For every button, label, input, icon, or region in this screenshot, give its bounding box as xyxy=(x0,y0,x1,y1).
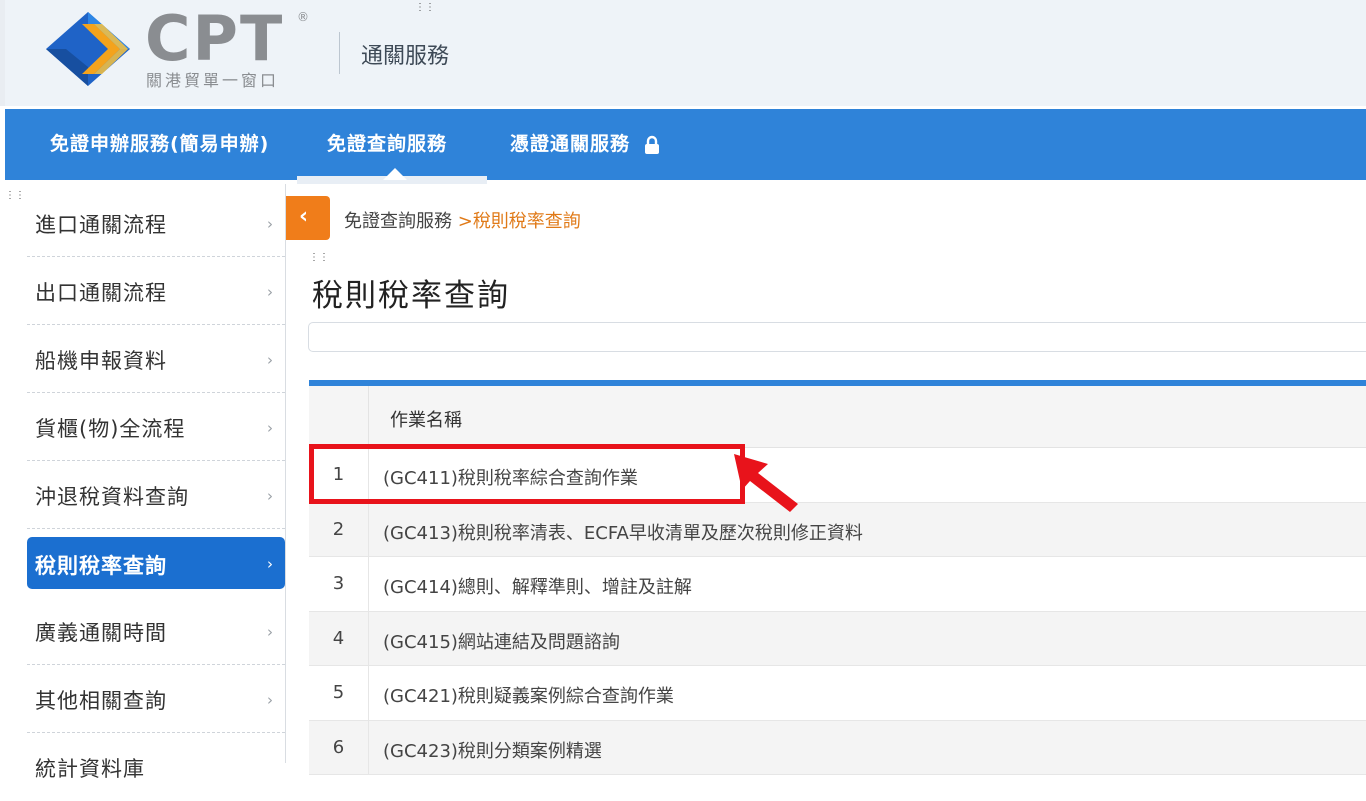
row-number: 2 xyxy=(309,502,369,556)
page-title: 稅則稅率查詢 xyxy=(312,278,510,314)
chevron-right-icon: › xyxy=(267,351,273,369)
chevron-right-icon: › xyxy=(267,623,273,641)
chevron-right-icon: › xyxy=(267,691,273,709)
row-number: 5 xyxy=(309,666,369,720)
sidebar-item-label: 船機申報資料 xyxy=(35,349,167,373)
highlight-box xyxy=(309,444,745,504)
table-row[interactable]: 3 (GC414)總則、解釋準則、增註及註解 xyxy=(309,557,1366,612)
drag-handle-icon[interactable]: ⋮⋮ xyxy=(309,253,329,263)
sidebar-item-label: 貨櫃(物)全流程 xyxy=(35,417,186,441)
chevron-right-icon: › xyxy=(267,487,273,505)
logo-subtitle: 關港貿單一窗口 xyxy=(146,71,280,90)
table-header-no xyxy=(309,386,369,448)
sidebar-item-export-flow[interactable]: 出口通關流程 › xyxy=(27,257,285,325)
breadcrumb-separator: > xyxy=(452,211,473,232)
table-header: 作業名稱 xyxy=(309,386,1366,448)
nav-item-label: 免證查詢服務 xyxy=(327,133,448,155)
sidebar-item-container-flow[interactable]: 貨櫃(物)全流程 › xyxy=(27,393,285,461)
sidebar-item-other-query[interactable]: 其他相關查詢 › xyxy=(27,665,285,733)
table-row[interactable]: 6 (GC423)稅則分類案例精選 xyxy=(309,720,1366,775)
service-table: 作業名稱 1 (GC411)稅則稅率綜合查詢作業 2 (GC413)稅則稅率清表… xyxy=(309,380,1366,775)
main-nav: 免證申辦服務(簡易申辦) 免證查詢服務 憑證通關服務 xyxy=(5,109,1366,180)
sidebar-item-import-flow[interactable]: 進口通關流程 › xyxy=(27,189,285,257)
drag-handle-icon[interactable]: ⋮⋮ xyxy=(415,3,435,13)
chevron-right-icon: › xyxy=(267,283,273,301)
sidebar-item-label: 出口通關流程 xyxy=(35,281,167,305)
drag-handle-icon[interactable]: ⋮⋮ xyxy=(5,191,25,201)
sidebar-item-label: 進口通關流程 xyxy=(35,213,167,237)
nav-item-label: 憑證通關服務 xyxy=(510,133,631,155)
row-name-link[interactable]: (GC415)網站連結及問題諮詢 xyxy=(383,628,620,654)
table-row[interactable]: 4 (GC415)網站連結及問題諮詢 xyxy=(309,611,1366,666)
breadcrumb-current: 稅則稅率查詢 xyxy=(472,211,581,232)
chevron-right-icon: › xyxy=(267,555,273,573)
nav-active-caret xyxy=(383,168,407,180)
sidebar-item-tariff-query[interactable]: 稅則稅率查詢 › xyxy=(27,537,285,589)
sidebar-item-clearance-time[interactable]: 廣義通關時間 › xyxy=(27,597,285,665)
row-name-link[interactable]: (GC423)稅則分類案例精選 xyxy=(383,737,602,763)
breadcrumb: 免證查詢服務 >稅則稅率查詢 xyxy=(344,207,581,233)
header-divider xyxy=(339,32,340,74)
sidebar-item-label: 沖退稅資料查詢 xyxy=(35,485,189,509)
chevron-left-icon: ‹ xyxy=(299,204,309,229)
nav-item-label: 免證申辦服務(簡易申辦) xyxy=(50,133,270,155)
sidebar: 進口通關流程 › 出口通關流程 › 船機申報資料 › 貨櫃(物)全流程 › 沖退… xyxy=(5,184,286,781)
row-number: 6 xyxy=(309,720,369,774)
row-name-link[interactable]: (GC413)稅則稅率清表、ECFA早收清單及歷次稅則修正資料 xyxy=(383,519,863,545)
row-name-link[interactable]: (GC414)總則、解釋準則、增註及註解 xyxy=(383,573,692,599)
cpt-logo-icon[interactable] xyxy=(38,10,138,88)
logo-text: CPT xyxy=(145,2,285,75)
chevron-right-icon: › xyxy=(267,419,273,437)
logo-registered-mark: ® xyxy=(297,10,309,24)
table-header-name: 作業名稱 xyxy=(390,410,462,431)
pointer-arrow-icon xyxy=(734,454,798,512)
sidebar-collapse-button[interactable]: ‹ xyxy=(286,196,330,240)
row-number: 4 xyxy=(309,611,369,665)
filter-bar[interactable] xyxy=(308,322,1366,352)
sidebar-item-label: 其他相關查詢 xyxy=(35,689,167,713)
sidebar-item-label: 稅則稅率查詢 xyxy=(35,554,167,578)
table-row[interactable]: 5 (GC421)稅則疑義案例綜合查詢作業 xyxy=(309,666,1366,721)
row-name-link[interactable]: (GC421)稅則疑義案例綜合查詢作業 xyxy=(383,682,674,708)
row-number: 3 xyxy=(309,557,369,611)
lock-icon xyxy=(644,135,659,154)
header-title: 通關服務 xyxy=(361,44,450,69)
nav-item-simple-apply[interactable]: 免證申辦服務(簡易申辦) xyxy=(50,109,269,180)
sidebar-item-label: 廣義通關時間 xyxy=(35,621,167,645)
nav-item-cert-clearance[interactable]: 憑證通關服務 xyxy=(510,109,660,180)
site-header: CPT ® 關港貿單一窗口 通關服務 xyxy=(0,0,1366,106)
chevron-right-icon: › xyxy=(267,215,273,233)
breadcrumb-parent-link[interactable]: 免證查詢服務 xyxy=(344,211,452,232)
table-row[interactable]: 2 (GC413)稅則稅率清表、ECFA早收清單及歷次稅則修正資料 xyxy=(309,502,1366,557)
sidebar-item-statistics[interactable]: 統計資料庫 xyxy=(27,733,285,801)
sidebar-item-label: 統計資料庫 xyxy=(35,757,145,781)
sidebar-item-drawback-query[interactable]: 沖退稅資料查詢 › xyxy=(27,461,285,529)
sidebar-item-vessel-data[interactable]: 船機申報資料 › xyxy=(27,325,285,393)
